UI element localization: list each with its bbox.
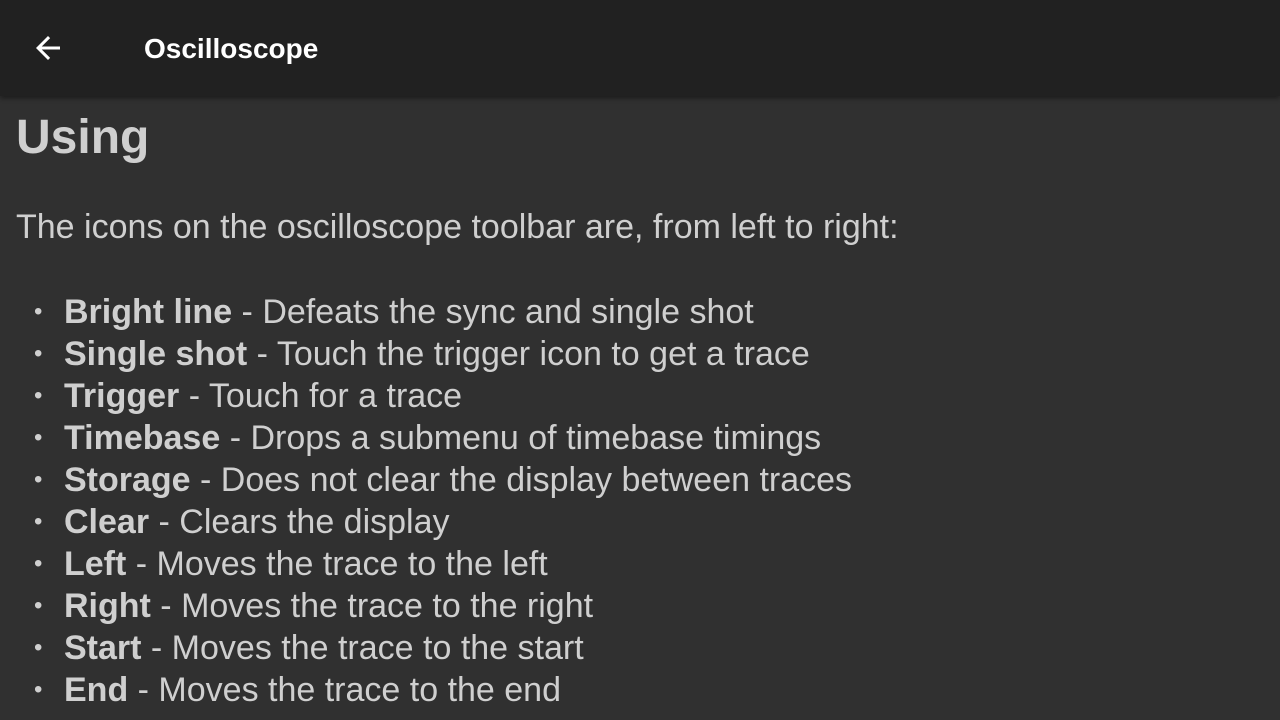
intro-text: The icons on the oscilloscope toolbar ar… [16, 208, 899, 246]
item-term: Timebase [64, 419, 221, 457]
toolbar-icon-list: • Bright line - Defeats the sync and sing… [0, 291, 852, 711]
bullet: • [34, 298, 43, 325]
item-term: Left [64, 545, 127, 583]
item-term: End [64, 671, 129, 709]
item-description: - Moves the trace to the left [126, 545, 548, 583]
bullet: • [34, 550, 43, 577]
item-term: Single shot [64, 335, 248, 373]
list-item: • Clear - Clears the display [0, 501, 852, 543]
list-item: • Single shot - Touch the trigger icon to… [0, 333, 852, 375]
item-description: - Moves the trace to the end [128, 671, 562, 709]
item-description: - Clears the display [149, 503, 450, 541]
help-content[interactable]: Using The icons on the oscilloscope tool… [0, 96, 1280, 720]
item-description: - Touch for a trace [179, 377, 463, 415]
item-description: - Does not clear the display between tra… [190, 461, 853, 499]
list-item: • Right - Moves the trace to the right [0, 585, 852, 627]
item-term: Bright line [64, 293, 233, 331]
list-item: • Left - Moves the trace to the left [0, 543, 852, 585]
app-bar: Oscilloscope [0, 0, 1280, 96]
item-term: Trigger [64, 377, 180, 415]
list-item: • Trigger - Touch for a trace [0, 375, 852, 417]
app-title: Oscilloscope [144, 33, 319, 64]
bullet: • [34, 634, 43, 661]
arrow-back-icon [36, 36, 60, 60]
bullet: • [34, 676, 43, 703]
bullet: • [34, 340, 43, 367]
bullet: • [34, 592, 43, 619]
bullet: • [34, 508, 43, 535]
list-item: • Storage - Does not clear the display be… [0, 459, 852, 501]
item-term: Storage [64, 461, 191, 499]
item-term: Start [64, 629, 142, 667]
list-item: • Start - Moves the trace to the start [0, 627, 852, 669]
section-heading: Using [16, 111, 150, 164]
item-term: Clear [64, 503, 150, 541]
list-item: • Bright line - Defeats the sync and sing… [0, 291, 852, 333]
bullet: • [34, 382, 43, 409]
back-button[interactable] [20, 20, 76, 76]
list-item: • End - Moves the trace to the end [0, 669, 852, 711]
bullet: • [34, 466, 43, 493]
item-description: - Defeats the sync and single shot [232, 293, 754, 331]
item-description: - Moves the trace to the start [141, 629, 584, 667]
item-term: Right [64, 587, 151, 625]
item-description: - Touch the trigger icon to get a trace [247, 335, 810, 373]
item-description: - Drops a submenu of timebase timings [220, 419, 822, 457]
list-item: • Timebase - Drops a submenu of timebase … [0, 417, 852, 459]
bullet: • [34, 424, 43, 451]
item-description: - Moves the trace to the right [150, 587, 594, 625]
